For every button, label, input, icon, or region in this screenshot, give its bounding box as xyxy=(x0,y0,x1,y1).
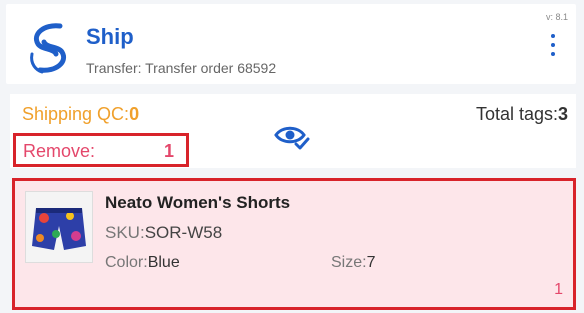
size-label: Size: xyxy=(331,254,367,271)
eye-check-icon[interactable] xyxy=(274,122,310,152)
size-value: 7 xyxy=(366,254,376,271)
shipping-qc-value: 0 xyxy=(129,104,140,124)
sku-value: SOR-W58 xyxy=(144,223,223,242)
app-header: Ship Transfer: Transfer order 68592 v: 8… xyxy=(6,4,576,84)
product-name: Neato Women's Shorts xyxy=(105,193,291,212)
product-color: Color:Blue xyxy=(105,254,180,272)
remove-count: 1 xyxy=(164,141,175,161)
product-count: 1 xyxy=(554,281,563,298)
kebab-menu-icon[interactable] xyxy=(548,34,558,60)
shorts-image-art xyxy=(26,192,92,262)
swirl-logo-icon xyxy=(30,23,66,74)
product-sku: SKU:SOR-W58 xyxy=(105,223,222,243)
remove-filter-button[interactable]: Remove: 1 xyxy=(13,133,189,167)
color-value: Blue xyxy=(147,254,180,271)
total-tags-stat: Total tags:3 xyxy=(476,104,568,125)
remove-label: Remove: xyxy=(23,141,96,161)
shipping-qc-label: Shipping QC: xyxy=(22,104,130,124)
product-size: Size:7 xyxy=(331,254,375,272)
app-title: Ship xyxy=(86,24,134,49)
total-tags-value: 3 xyxy=(557,104,568,124)
shorts-product-image xyxy=(25,191,93,263)
color-label: Color: xyxy=(105,254,148,271)
version-label: v: 8.1 xyxy=(545,12,568,22)
transfer-subtitle: Transfer: Transfer order 68592 xyxy=(86,60,277,76)
total-tags-label: Total tags: xyxy=(475,104,558,124)
summary-panel: Shipping QC:0 Total tags:3 Remove: 1 xyxy=(10,94,576,168)
shipping-qc-stat: Shipping QC:0 xyxy=(22,104,139,125)
product-card[interactable]: Neato Women's Shorts SKU:SOR-W58 Color:B… xyxy=(12,178,576,310)
sku-label: SKU: xyxy=(105,223,145,242)
